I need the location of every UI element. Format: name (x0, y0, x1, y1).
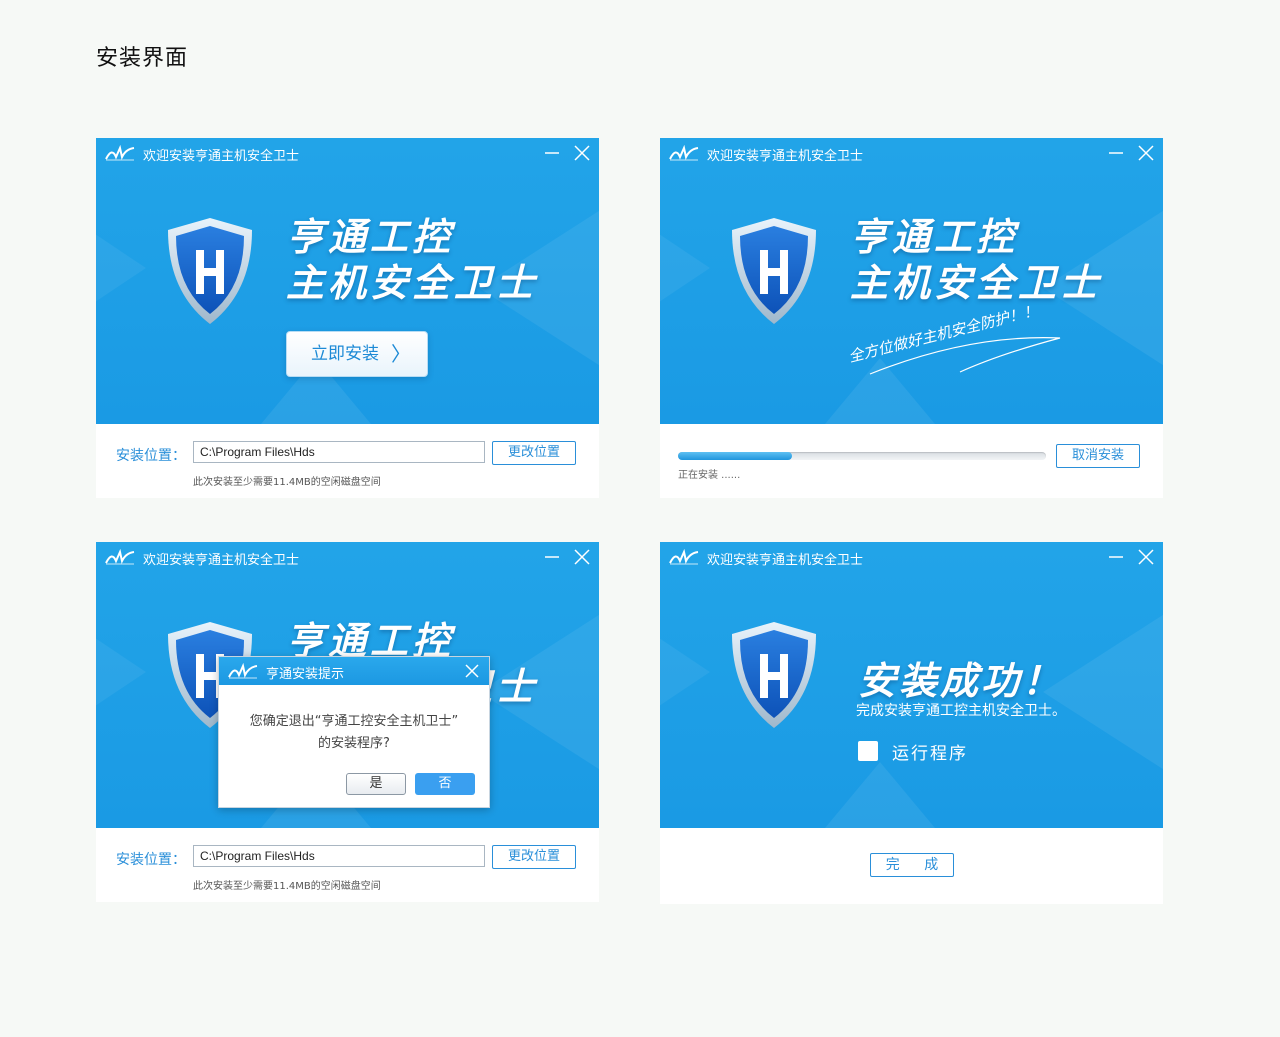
change-location-button[interactable]: 更改位置 (492, 845, 576, 869)
change-location-button[interactable]: 更改位置 (492, 441, 576, 465)
install-progress-bar (678, 452, 1046, 460)
install-success-message: 完成安装亨通工控主机安全卫士。 (856, 703, 1066, 719)
progress-status: 正在安装 ...... (678, 470, 741, 481)
close-icon[interactable] (571, 142, 593, 164)
title-bar: 欢迎安装亨通主机安全卫士 (96, 138, 599, 168)
installer-window-exit-confirm: 欢迎安装亨通主机安全卫士 亨通工控 主机安全卫士 亨通安装提示 (96, 542, 599, 902)
shield-icon (168, 218, 252, 324)
brand-logo-text: 亨通工控 主机安全卫士 (286, 214, 538, 306)
banner: 欢迎安装亨通主机安全卫士 亨通工控 主机安全卫士 亨通安装提示 (96, 542, 599, 828)
progress-panel: 正在安装 ...... 取消安装 (660, 424, 1163, 498)
banner: 欢迎安装亨通主机安全卫士 亨通工控 主机安全卫士 立即安装 〉 (96, 138, 599, 424)
shield-icon (732, 218, 816, 324)
title-bar: 欢迎安装亨通主机安全卫士 (96, 542, 599, 572)
installer-window-progress: 欢迎安装亨通主机安全卫士 亨通工控 主机安全卫士 全方位做好主机安全防护！！ 正… (660, 138, 1163, 498)
install-path-input[interactable]: C:\Program Files\Hds (193, 845, 485, 867)
brand-line2: 主机安全卫士 (286, 261, 539, 305)
no-button[interactable]: 否 (415, 773, 475, 795)
banner: 欢迎安装亨通主机安全卫士 安装成功！ 完成安装亨通工控主机安全卫士。 运行程序 (660, 542, 1163, 828)
minimize-icon[interactable] (541, 546, 563, 568)
installer-window-start: 欢迎安装亨通主机安全卫士 亨通工控 主机安全卫士 立即安装 〉 安装位置： C:… (96, 138, 599, 498)
run-program-checkbox[interactable] (858, 741, 878, 761)
title-bar: 欢迎安装亨通主机安全卫士 (660, 138, 1163, 168)
logo-icon (669, 549, 699, 565)
install-progress-fill (678, 452, 793, 460)
brand-line2: 主机安全卫士 (850, 261, 1103, 305)
dialog-message-line1: 您确定退出“亨通工控安全主机卫士” (249, 714, 459, 729)
logo-icon (105, 549, 135, 565)
brand-line1: 亨通工控 (286, 215, 455, 259)
chevron-right-icon: 〉 (391, 342, 411, 366)
install-location-panel: 安装位置： C:\Program Files\Hds 更改位置 此次安装至少需要… (96, 828, 599, 902)
minimize-icon[interactable] (541, 142, 563, 164)
close-icon[interactable] (461, 660, 483, 682)
window-title: 欢迎安装亨通主机安全卫士 (707, 553, 864, 568)
window-title: 欢迎安装亨通主机安全卫士 (707, 149, 864, 164)
window-title: 欢迎安装亨通主机安全卫士 (143, 553, 300, 568)
disk-space-note: 此次安装至少需要11.4MB的空闲磁盘空间 (193, 881, 381, 892)
close-icon[interactable] (571, 546, 593, 568)
dialog-title-bar: 亨通安装提示 (219, 657, 489, 685)
brand-line1: 亨通工控 (850, 215, 1019, 259)
install-success-title: 安装成功！ (858, 659, 1064, 703)
close-icon[interactable] (1135, 546, 1157, 568)
yes-button[interactable]: 是 (346, 773, 406, 795)
shield-icon (732, 622, 816, 728)
logo-icon (228, 663, 258, 679)
run-program-label[interactable]: 运行程序 (892, 739, 968, 764)
install-location-label: 安装位置： (116, 852, 186, 868)
banner: 欢迎安装亨通主机安全卫士 亨通工控 主机安全卫士 全方位做好主机安全防护！！ (660, 138, 1163, 424)
disk-space-note: 此次安装至少需要11.4MB的空闲磁盘空间 (193, 477, 381, 488)
minimize-icon[interactable] (1105, 546, 1127, 568)
page-title: 安装界面 (96, 46, 189, 71)
logo-icon (105, 145, 135, 161)
install-location-label: 安装位置： (116, 448, 186, 464)
dialog-message-line2: 的安装程序? (318, 736, 390, 751)
finish-panel: 完 成 (660, 828, 1163, 904)
dialog-message: 您确定退出“亨通工控安全主机卫士” 的安装程序? (219, 711, 489, 755)
installer-window-complete: 欢迎安装亨通主机安全卫士 安装成功！ 完成安装亨通工控主机安全卫士。 运行程序 … (660, 542, 1163, 904)
logo-icon (669, 145, 699, 161)
slogan-text: 全方位做好主机安全防护！！ (847, 301, 1041, 366)
minimize-icon[interactable] (1105, 142, 1127, 164)
install-path-input[interactable]: C:\Program Files\Hds (193, 441, 485, 463)
brand-logo-text: 亨通工控 主机安全卫士 (850, 214, 1102, 306)
exit-confirm-dialog: 亨通安装提示 您确定退出“亨通工控安全主机卫士” 的安装程序? 是 否 (218, 656, 490, 808)
dialog-title: 亨通安装提示 (266, 667, 345, 682)
close-icon[interactable] (1135, 142, 1157, 164)
window-title: 欢迎安装亨通主机安全卫士 (143, 149, 300, 164)
install-now-button[interactable]: 立即安装 〉 (286, 331, 428, 377)
install-location-panel: 安装位置： C:\Program Files\Hds 更改位置 此次安装至少需要… (96, 424, 599, 498)
title-bar: 欢迎安装亨通主机安全卫士 (660, 542, 1163, 572)
finish-button[interactable]: 完 成 (870, 853, 954, 877)
slogan-handwriting: 全方位做好主机安全防护！！ (847, 301, 1061, 375)
cancel-install-button[interactable]: 取消安装 (1056, 444, 1140, 468)
